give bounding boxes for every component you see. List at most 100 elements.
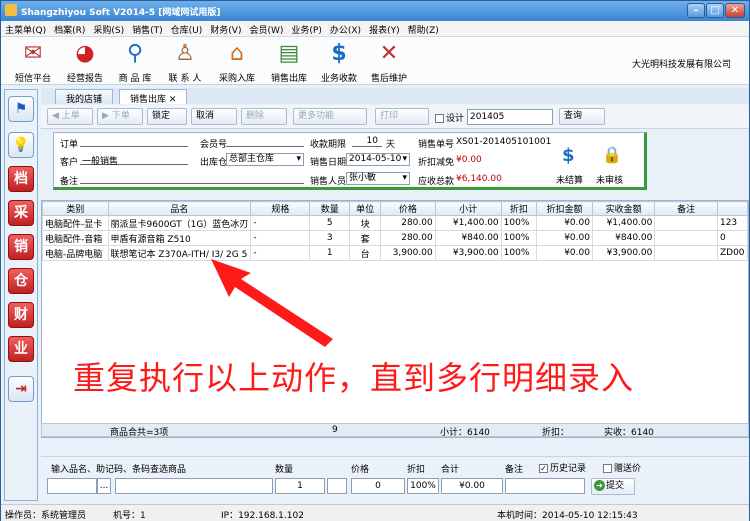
- note-field[interactable]: [80, 173, 304, 184]
- cancel-button[interactable]: 取消: [191, 108, 237, 125]
- cell-subtotal[interactable]: ¥840.00: [434, 230, 502, 246]
- tab-my-store[interactable]: 我的店铺: [55, 89, 114, 105]
- toolbar-purchase-in-button[interactable]: ⌂ 采购入库: [211, 39, 263, 84]
- exit-icon[interactable]: ⇥: [8, 376, 34, 402]
- period-input[interactable]: 201405: [467, 109, 553, 125]
- qty-input[interactable]: 1: [275, 478, 325, 494]
- column-header[interactable]: 折扣金额: [536, 201, 593, 216]
- business-icon[interactable]: 业: [8, 336, 34, 362]
- history-checkbox[interactable]: ✓ 历史记录: [539, 461, 586, 474]
- cell-received[interactable]: ¥3,900.00: [591, 245, 656, 261]
- menu-office[interactable]: 办公(X): [326, 21, 365, 36]
- cell-note[interactable]: [654, 215, 718, 231]
- member-field[interactable]: [226, 136, 304, 147]
- toolbar-contacts-button[interactable]: ♙ 联 系 人: [159, 39, 211, 84]
- column-header[interactable]: 小计: [434, 201, 502, 216]
- cell-note[interactable]: [654, 245, 718, 261]
- cell-unit[interactable]: 块: [349, 215, 382, 231]
- toolbar-sales-out-button[interactable]: ▤ 销售出库: [263, 39, 315, 84]
- minimize-button[interactable]: –: [687, 3, 705, 18]
- cell-price[interactable]: 3,900.00: [380, 245, 436, 261]
- more-functions-button[interactable]: 更多功能: [293, 108, 367, 125]
- column-header[interactable]: 折扣: [500, 201, 538, 216]
- cell-extra[interactable]: 123: [716, 215, 748, 231]
- cell-category[interactable]: 电脑-品牌电脑: [42, 245, 109, 261]
- term-field[interactable]: 10: [352, 136, 382, 147]
- design-checkbox[interactable]: 设计: [435, 111, 464, 124]
- cell-received[interactable]: ¥840.00: [591, 230, 656, 246]
- table-row[interactable]: 电脑配件-显卡 丽派显卡9600GT（1G）蓝色冰刃 - 5 块 280.00 …: [42, 215, 748, 231]
- staff-select[interactable]: 张小敏: [346, 172, 410, 185]
- cell-discount[interactable]: 100%: [500, 245, 538, 261]
- cell-discount-amount[interactable]: ¥0.00: [536, 230, 593, 246]
- query-button[interactable]: 查询: [559, 108, 605, 125]
- total-input[interactable]: ¥0.00: [441, 478, 503, 494]
- cell-spec[interactable]: -: [250, 215, 311, 231]
- delete-button[interactable]: 删除: [241, 108, 287, 125]
- menu-finance[interactable]: 财务(V): [206, 21, 245, 36]
- cell-extra[interactable]: ZD00: [716, 245, 748, 261]
- column-header[interactable]: 数量: [309, 201, 351, 216]
- column-header[interactable]: 规格: [250, 201, 311, 216]
- cell-category[interactable]: 电脑配件-显卡: [42, 215, 109, 231]
- discount-input[interactable]: 100%: [407, 478, 439, 494]
- product-code-input[interactable]: [47, 478, 97, 494]
- toolbar-products-button[interactable]: ⚲ 商 品 库: [109, 39, 161, 84]
- finance-icon[interactable]: 财: [8, 302, 34, 328]
- cell-qty[interactable]: 5: [309, 215, 351, 231]
- cell-subtotal[interactable]: ¥1,400.00: [434, 215, 502, 231]
- menu-help[interactable]: 帮助(Z): [404, 21, 443, 36]
- menu-purchase[interactable]: 采购(S): [89, 21, 128, 36]
- customer-field[interactable]: 一般销售: [80, 154, 188, 167]
- warehouse-icon[interactable]: 仓: [8, 268, 34, 294]
- warehouse-select[interactable]: 总部主仓库: [226, 153, 304, 166]
- cell-name[interactable]: 丽派显卡9600GT（1G）蓝色冰刃: [107, 215, 252, 231]
- column-header[interactable]: 备注: [654, 201, 718, 216]
- close-button[interactable]: ✕: [725, 3, 745, 18]
- cell-discount[interactable]: 100%: [500, 215, 538, 231]
- print-button[interactable]: 打印: [375, 108, 429, 125]
- toolbar-report-button[interactable]: ◕ 经营报告: [59, 39, 111, 84]
- browse-button[interactable]: ...: [97, 478, 111, 494]
- cell-price[interactable]: 280.00: [380, 215, 436, 231]
- cell-received[interactable]: ¥1,400.00: [591, 215, 656, 231]
- bulb-icon[interactable]: 💡: [8, 132, 34, 158]
- cell-discount-amount[interactable]: ¥0.00: [536, 245, 593, 261]
- cell-note[interactable]: [654, 230, 718, 246]
- column-header[interactable]: 单位: [349, 201, 382, 216]
- menu-warehouse[interactable]: 仓库(U): [167, 21, 207, 36]
- cell-subtotal[interactable]: ¥3,900.00: [434, 245, 502, 261]
- sales-icon[interactable]: 销: [8, 234, 34, 260]
- price-input[interactable]: 0: [351, 478, 405, 494]
- toolbar-aftersales-button[interactable]: ✕ 售后维护: [363, 39, 415, 84]
- menu-business[interactable]: 业务(P): [287, 21, 325, 36]
- cell-discount[interactable]: 100%: [500, 230, 538, 246]
- column-header[interactable]: 价格: [380, 201, 436, 216]
- column-header[interactable]: 品名: [107, 201, 252, 216]
- menu-sales[interactable]: 销售(T): [128, 21, 167, 36]
- submit-button[interactable]: ➜ 提交: [591, 478, 635, 495]
- order-field[interactable]: [80, 136, 188, 147]
- confirm-button[interactable]: 锁定: [147, 108, 187, 125]
- next-order-button[interactable]: ▶ 下单: [97, 108, 143, 125]
- giveaway-checkbox[interactable]: 赠送价: [603, 461, 641, 474]
- cell-spec[interactable]: -: [250, 230, 311, 246]
- cell-category[interactable]: 电脑配件-音箱: [42, 230, 109, 246]
- toolbar-receipts-button[interactable]: $ 业务收款: [313, 39, 365, 84]
- menu-member[interactable]: 会员(W): [245, 21, 287, 36]
- column-header[interactable]: [716, 201, 748, 216]
- unit-input[interactable]: [327, 478, 347, 494]
- unsettled-status[interactable]: 未结算: [556, 173, 583, 186]
- date-select[interactable]: 2014-05-10: [346, 153, 410, 166]
- maximize-button[interactable]: □: [706, 3, 724, 18]
- cell-qty[interactable]: 3: [309, 230, 351, 246]
- flag-icon[interactable]: ⚑: [8, 96, 34, 122]
- archive-icon[interactable]: 档: [8, 166, 34, 192]
- cell-name[interactable]: 甲盾有源音箱 Z510: [107, 230, 252, 246]
- cell-price[interactable]: 280.00: [380, 230, 436, 246]
- prev-order-button[interactable]: ◀ 上单: [47, 108, 93, 125]
- cell-unit[interactable]: 台: [349, 245, 382, 261]
- toolbar-sms-button[interactable]: ✉ 短信平台: [7, 39, 59, 84]
- menu-main[interactable]: 主菜单(Q): [1, 21, 50, 36]
- menu-report[interactable]: 报表(Y): [365, 21, 404, 36]
